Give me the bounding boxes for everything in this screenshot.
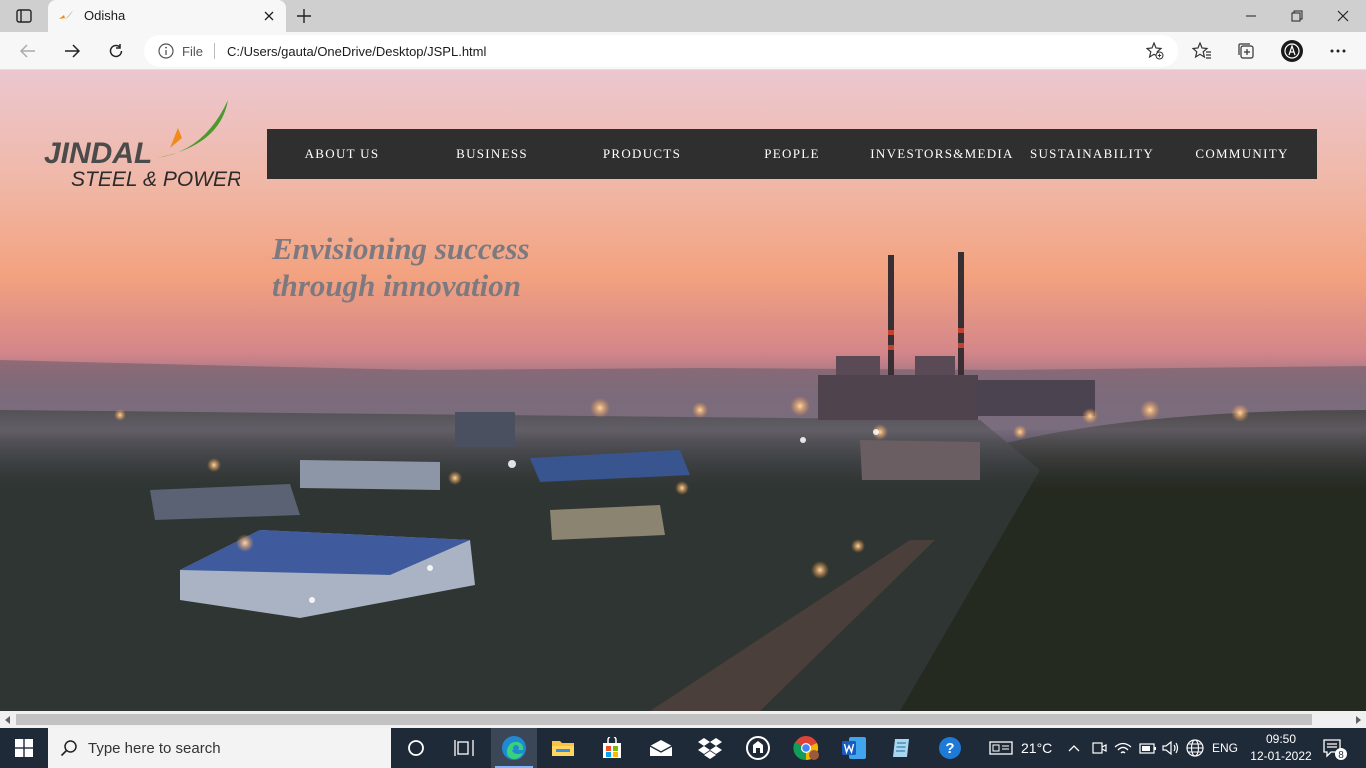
browser-navbar: File C:/Users/gauta/OneDrive/Desktop/JSP… bbox=[0, 32, 1366, 70]
favorites-icon[interactable] bbox=[1190, 40, 1214, 62]
tray-network-icon[interactable] bbox=[1114, 728, 1132, 768]
clock-date: 12-01-2022 bbox=[1250, 749, 1312, 763]
tray-volume-icon[interactable] bbox=[1162, 728, 1180, 768]
weather-widget[interactable]: 21°C bbox=[989, 728, 1052, 768]
file-explorer-icon[interactable] bbox=[540, 728, 586, 768]
browser-titlebar: Odisha bbox=[0, 0, 1366, 32]
minimize-icon[interactable] bbox=[1239, 6, 1263, 26]
refresh-icon[interactable] bbox=[104, 40, 128, 62]
taskbar-clock[interactable]: 09:50 12-01-2022 bbox=[1249, 731, 1313, 765]
task-view-icon[interactable] bbox=[441, 728, 487, 768]
address-url[interactable]: C:/Users/gauta/OneDrive/Desktop/JSPL.htm… bbox=[227, 44, 486, 59]
svg-text:?: ? bbox=[945, 740, 954, 757]
forward-icon[interactable] bbox=[60, 40, 84, 62]
back-icon[interactable] bbox=[16, 40, 40, 62]
clock-time: 09:50 bbox=[1265, 732, 1297, 746]
tagline-line-1: Envisioning success bbox=[272, 231, 530, 266]
site-favicon-icon bbox=[58, 9, 74, 23]
tab-actions-icon[interactable] bbox=[10, 7, 38, 25]
menu-item-sustainability[interactable]: SUSTAINABILITY bbox=[1017, 129, 1167, 179]
restore-icon[interactable] bbox=[1285, 6, 1309, 26]
browser-tab[interactable]: Odisha bbox=[48, 0, 286, 32]
weather-icon bbox=[989, 741, 1013, 755]
notification-center-icon[interactable]: 8 bbox=[1322, 737, 1348, 766]
hero-tagline: Envisioning success through innovation bbox=[272, 230, 530, 304]
notepad-icon[interactable] bbox=[879, 728, 925, 768]
profile-avatar[interactable] bbox=[1280, 40, 1304, 62]
mail-icon[interactable] bbox=[638, 728, 684, 768]
horizontal-scrollbar[interactable] bbox=[0, 711, 1366, 728]
tray-camera-icon[interactable] bbox=[1091, 728, 1107, 768]
word-icon[interactable] bbox=[831, 728, 877, 768]
windows-start-icon[interactable] bbox=[0, 728, 48, 768]
app-shield-icon[interactable] bbox=[735, 728, 781, 768]
edge-browser-icon[interactable] bbox=[491, 728, 537, 768]
webpage: JINDAL STEEL & POWER ABOUT US BUSINESS P… bbox=[0, 70, 1366, 711]
scroll-right-icon[interactable] bbox=[1353, 715, 1363, 725]
menu-item-investors-media[interactable]: INVESTORS&MEDIA bbox=[867, 129, 1017, 179]
collections-icon[interactable] bbox=[1234, 40, 1258, 62]
more-menu-icon[interactable] bbox=[1326, 40, 1350, 62]
scrollbar-thumb[interactable] bbox=[16, 714, 1312, 725]
menu-item-about-us[interactable]: ABOUT US bbox=[267, 129, 417, 179]
jindal-logo[interactable]: JINDAL STEEL & POWER bbox=[44, 100, 242, 191]
search-placeholder: Type here to search bbox=[88, 740, 221, 757]
taskbar-search-box[interactable]: Type here to search bbox=[48, 728, 391, 768]
new-tab-icon[interactable] bbox=[294, 6, 314, 26]
scroll-left-icon[interactable] bbox=[3, 715, 13, 725]
info-icon[interactable] bbox=[158, 43, 174, 64]
main-menu: ABOUT US BUSINESS PRODUCTS PEOPLE INVEST… bbox=[267, 129, 1317, 179]
help-icon[interactable]: ? bbox=[927, 728, 973, 768]
windows-taskbar: Type here to search ? 21°C ENG 09:50 12-… bbox=[0, 728, 1366, 768]
address-scheme: File bbox=[182, 44, 203, 59]
tab-title: Odisha bbox=[84, 8, 126, 23]
logo-text-steel-power: STEEL & POWER bbox=[71, 168, 240, 190]
add-favorite-icon[interactable] bbox=[1145, 41, 1164, 65]
address-divider bbox=[214, 43, 215, 59]
notification-count: 8 bbox=[1338, 750, 1344, 761]
chrome-icon[interactable] bbox=[783, 728, 829, 768]
search-icon bbox=[60, 739, 78, 762]
microsoft-store-icon[interactable] bbox=[589, 728, 635, 768]
logo-text-jindal: JINDAL bbox=[44, 137, 152, 170]
weather-temp: 21°C bbox=[1021, 740, 1053, 756]
tray-globe-icon[interactable] bbox=[1186, 728, 1204, 768]
menu-item-people[interactable]: PEOPLE bbox=[717, 129, 867, 179]
tagline-line-2: through innovation bbox=[272, 268, 521, 303]
tray-battery-icon[interactable] bbox=[1139, 728, 1157, 768]
tray-language[interactable]: ENG bbox=[1212, 728, 1238, 768]
cortana-icon[interactable] bbox=[393, 728, 439, 768]
close-window-icon[interactable] bbox=[1331, 6, 1355, 26]
menu-item-business[interactable]: BUSINESS bbox=[417, 129, 567, 179]
tray-chevron-up-icon[interactable] bbox=[1068, 728, 1080, 768]
dropbox-icon[interactable] bbox=[687, 728, 733, 768]
tab-close-icon[interactable] bbox=[260, 7, 278, 25]
address-bar[interactable]: File C:/Users/gauta/OneDrive/Desktop/JSP… bbox=[144, 35, 1178, 67]
menu-item-community[interactable]: COMMUNITY bbox=[1167, 129, 1317, 179]
menu-item-products[interactable]: PRODUCTS bbox=[567, 129, 717, 179]
